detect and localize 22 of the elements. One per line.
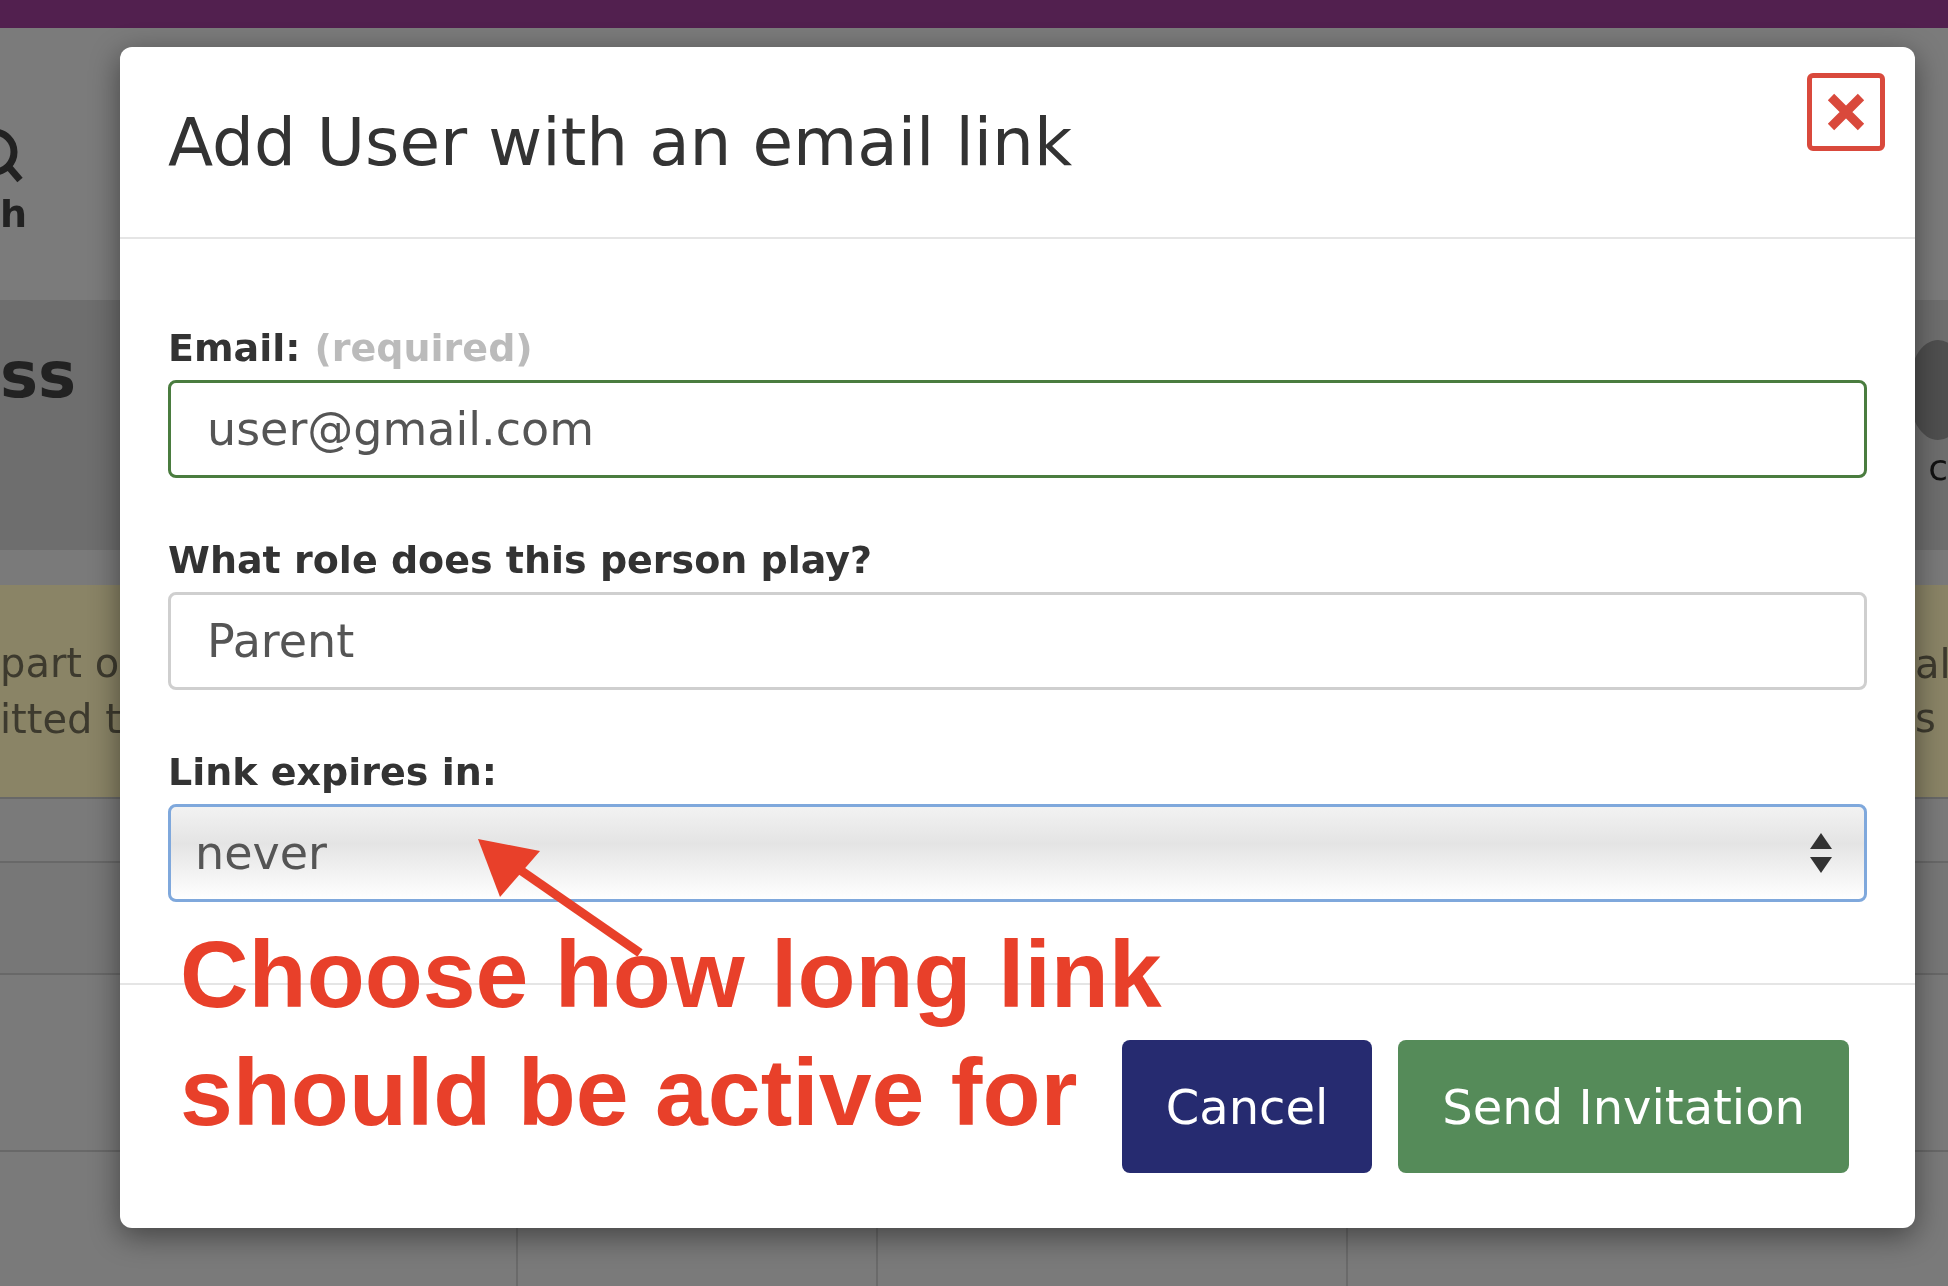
- field-label: Email: (required): [168, 326, 534, 370]
- field-label: Link expires in:: [168, 750, 498, 794]
- dialog-title: Add User with an email link: [168, 103, 1073, 181]
- input-field[interactable]: user@gmail.com: [168, 380, 1867, 478]
- select-field[interactable]: never: [168, 804, 1867, 902]
- input-field[interactable]: Parent: [168, 592, 1867, 690]
- annotation-text: Choose how long link: [180, 920, 1162, 1028]
- cancel-button[interactable]: Cancel: [1121, 1040, 1373, 1173]
- notice-text: part o: [0, 639, 120, 687]
- notice-text: s: [1915, 694, 1936, 742]
- account-label: c: [1928, 446, 1948, 490]
- search-icon: [0, 128, 24, 184]
- field-label: What role does this person play?: [168, 538, 874, 582]
- notice-text: itted t: [0, 695, 121, 743]
- nav-label: h: [0, 192, 28, 238]
- page-heading: ss: [0, 336, 77, 414]
- close-icon: [1826, 92, 1866, 132]
- close-button[interactable]: [1807, 73, 1885, 151]
- annotation-text: should be active for: [180, 1038, 1078, 1146]
- notice-text: al: [1915, 640, 1948, 688]
- send-button[interactable]: Send Invitation: [1398, 1040, 1849, 1173]
- updown-caret-icon: [1808, 831, 1834, 875]
